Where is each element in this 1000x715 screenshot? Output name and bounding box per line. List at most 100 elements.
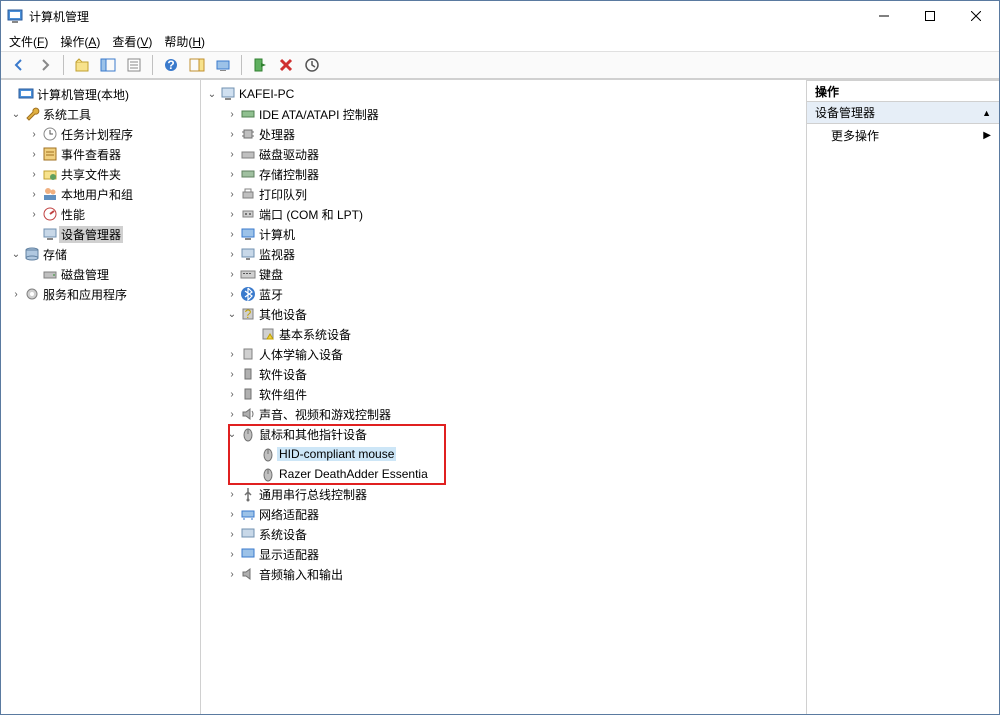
collapse-icon[interactable]: ▲ — [982, 108, 991, 118]
device-net[interactable]: ›网络适配器 — [201, 504, 806, 524]
device-audio[interactable]: ›音频输入和输出 — [201, 564, 806, 584]
properties-button[interactable] — [122, 53, 146, 77]
tree-root[interactable]: 计算机管理(本地) — [1, 84, 200, 104]
device-print[interactable]: › 打印队列 — [201, 184, 806, 204]
navigation-tree[interactable]: 计算机管理(本地) ⌄ 系统工具 › 任务计划程序 › 事件查看器 › 共享文件… — [1, 80, 201, 714]
chevron-right-icon[interactable]: › — [225, 549, 239, 560]
chevron-right-icon[interactable]: › — [27, 209, 41, 220]
tree-label: 本地用户和组 — [59, 186, 135, 203]
back-button[interactable] — [7, 53, 31, 77]
scan-hardware-button[interactable] — [211, 53, 235, 77]
show-hide-tree-button[interactable] — [96, 53, 120, 77]
actions-section[interactable]: 设备管理器 ▲ — [807, 102, 999, 124]
tree-performance[interactable]: › 性能 — [1, 204, 200, 224]
tree-shared-folders[interactable]: › 共享文件夹 — [1, 164, 200, 184]
chevron-right-icon[interactable]: › — [225, 369, 239, 380]
chevron-right-icon[interactable]: › — [225, 529, 239, 540]
chevron-down-icon[interactable]: ⌄ — [9, 109, 23, 120]
enable-device-button[interactable] — [248, 53, 272, 77]
disk-icon — [41, 266, 59, 282]
device-label: 打印队列 — [257, 186, 309, 203]
chevron-right-icon[interactable]: › — [225, 509, 239, 520]
tree-label: 性能 — [59, 206, 87, 223]
tree-sys-tools[interactable]: ⌄ 系统工具 — [1, 104, 200, 124]
device-sysdev[interactable]: ›系统设备 — [201, 524, 806, 544]
device-mouse-hid[interactable]: HID-compliant mouse — [201, 444, 806, 464]
tree-storage[interactable]: ⌄ 存储 — [1, 244, 200, 264]
device-usb[interactable]: ›通用串行总线控制器 — [201, 484, 806, 504]
chevron-right-icon[interactable]: › — [9, 289, 23, 300]
tree-disk-mgmt[interactable]: 磁盘管理 — [1, 264, 200, 284]
chevron-right-icon[interactable]: › — [225, 209, 239, 220]
action-pane-button[interactable] — [185, 53, 209, 77]
device-label: 基本系统设备 — [277, 326, 353, 343]
device-cpu[interactable]: ›处理器 — [201, 124, 806, 144]
menu-action[interactable]: 操作(A) — [60, 33, 100, 50]
device-mouse-razer[interactable]: Razer DeathAdder Essentia — [201, 464, 806, 484]
chevron-right-icon[interactable]: › — [225, 349, 239, 360]
tree-local-users[interactable]: › 本地用户和组 — [1, 184, 200, 204]
chevron-right-icon[interactable]: › — [27, 169, 41, 180]
chevron-right-icon[interactable]: › — [27, 149, 41, 160]
update-driver-button[interactable] — [300, 53, 324, 77]
soft-dev-icon — [239, 366, 257, 382]
device-base-sys[interactable]: 基本系统设备 — [201, 324, 806, 344]
chevron-right-icon[interactable]: › — [225, 269, 239, 280]
menu-view[interactable]: 查看(V) — [112, 33, 152, 50]
chevron-right-icon[interactable]: › — [225, 169, 239, 180]
display-icon — [239, 546, 257, 562]
device-keyboard[interactable]: ›键盘 — [201, 264, 806, 284]
device-soft-dev[interactable]: ›软件设备 — [201, 364, 806, 384]
device-other[interactable]: ⌄?其他设备 — [201, 304, 806, 324]
close-button[interactable] — [953, 1, 999, 31]
tree-services-apps[interactable]: › 服务和应用程序 — [1, 284, 200, 304]
device-tree[interactable]: ⌄ KAFEI-PC › IDE ATA/ATAPI 控制器 ›处理器 ›磁盘驱动… — [201, 80, 807, 714]
chevron-down-icon[interactable]: ⌄ — [9, 249, 23, 260]
tree-event-viewer[interactable]: › 事件查看器 — [1, 144, 200, 164]
device-computer[interactable]: ›计算机 — [201, 224, 806, 244]
device-monitor[interactable]: ›监视器 — [201, 244, 806, 264]
chevron-right-icon[interactable]: › — [225, 149, 239, 160]
forward-button[interactable] — [33, 53, 57, 77]
chevron-right-icon[interactable]: › — [225, 129, 239, 140]
menu-file[interactable]: 文件(F) — [9, 33, 48, 50]
device-sound[interactable]: ›声音、视频和游戏控制器 — [201, 404, 806, 424]
chevron-right-icon[interactable]: › — [225, 389, 239, 400]
chevron-down-icon[interactable]: ⌄ — [205, 89, 219, 100]
device-disk[interactable]: ›磁盘驱动器 — [201, 144, 806, 164]
chevron-right-icon[interactable]: › — [225, 409, 239, 420]
device-pc-root[interactable]: ⌄ KAFEI-PC — [201, 84, 806, 104]
device-label: IDE ATA/ATAPI 控制器 — [257, 106, 381, 123]
soft-comp-icon — [239, 386, 257, 402]
device-storage-ctrl[interactable]: ›存储控制器 — [201, 164, 806, 184]
minimize-button[interactable] — [861, 1, 907, 31]
chevron-right-icon[interactable]: › — [225, 189, 239, 200]
chevron-right-icon[interactable]: › — [225, 229, 239, 240]
device-soft-comp[interactable]: ›软件组件 — [201, 384, 806, 404]
services-icon — [23, 286, 41, 302]
chevron-down-icon[interactable]: ⌄ — [225, 309, 239, 320]
actions-more[interactable]: 更多操作 ▶ — [807, 124, 999, 146]
chevron-right-icon[interactable]: › — [225, 289, 239, 300]
up-button[interactable] — [70, 53, 94, 77]
device-ports[interactable]: ›端口 (COM 和 LPT) — [201, 204, 806, 224]
device-mouse-cat[interactable]: ⌄鼠标和其他指针设备 — [201, 424, 806, 444]
chevron-right-icon[interactable]: › — [225, 569, 239, 580]
chevron-right-icon[interactable]: › — [225, 489, 239, 500]
device-display[interactable]: ›显示适配器 — [201, 544, 806, 564]
maximize-button[interactable] — [907, 1, 953, 31]
tree-device-manager[interactable]: 设备管理器 — [1, 224, 200, 244]
tree-task-scheduler[interactable]: › 任务计划程序 — [1, 124, 200, 144]
device-bluetooth[interactable]: ›蓝牙 — [201, 284, 806, 304]
chevron-right-icon[interactable]: › — [27, 189, 41, 200]
disable-device-button[interactable] — [274, 53, 298, 77]
help-button[interactable]: ? — [159, 53, 183, 77]
menu-help[interactable]: 帮助(H) — [164, 33, 205, 50]
chevron-right-icon[interactable]: › — [225, 109, 239, 120]
chevron-right-icon[interactable]: › — [27, 129, 41, 140]
chevron-down-icon[interactable]: ⌄ — [225, 429, 239, 440]
device-ide[interactable]: › IDE ATA/ATAPI 控制器 — [201, 104, 806, 124]
other-dev-icon: ? — [239, 306, 257, 322]
chevron-right-icon[interactable]: › — [225, 249, 239, 260]
device-hid[interactable]: ›人体学输入设备 — [201, 344, 806, 364]
